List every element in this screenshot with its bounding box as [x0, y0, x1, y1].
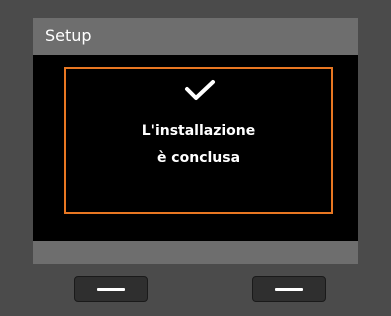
dash-icon [275, 288, 303, 291]
phone-device: Setup L'installazione è conclusa [0, 0, 391, 316]
softkey-label-bar [33, 241, 358, 264]
checkmark-icon [185, 80, 215, 100]
title-bar: Setup [33, 18, 358, 55]
screen-title: Setup [45, 26, 92, 45]
left-softkey-button[interactable] [74, 276, 148, 302]
display-screen: Setup L'installazione è conclusa [33, 18, 358, 264]
message-area: L'installazione è conclusa [33, 55, 358, 241]
message-line-2: è conclusa [156, 150, 241, 166]
dash-icon [97, 288, 125, 291]
message-line-1: L'installazione [141, 123, 256, 139]
right-softkey-button[interactable] [252, 276, 326, 302]
message-frame: L'installazione è conclusa [64, 67, 333, 214]
